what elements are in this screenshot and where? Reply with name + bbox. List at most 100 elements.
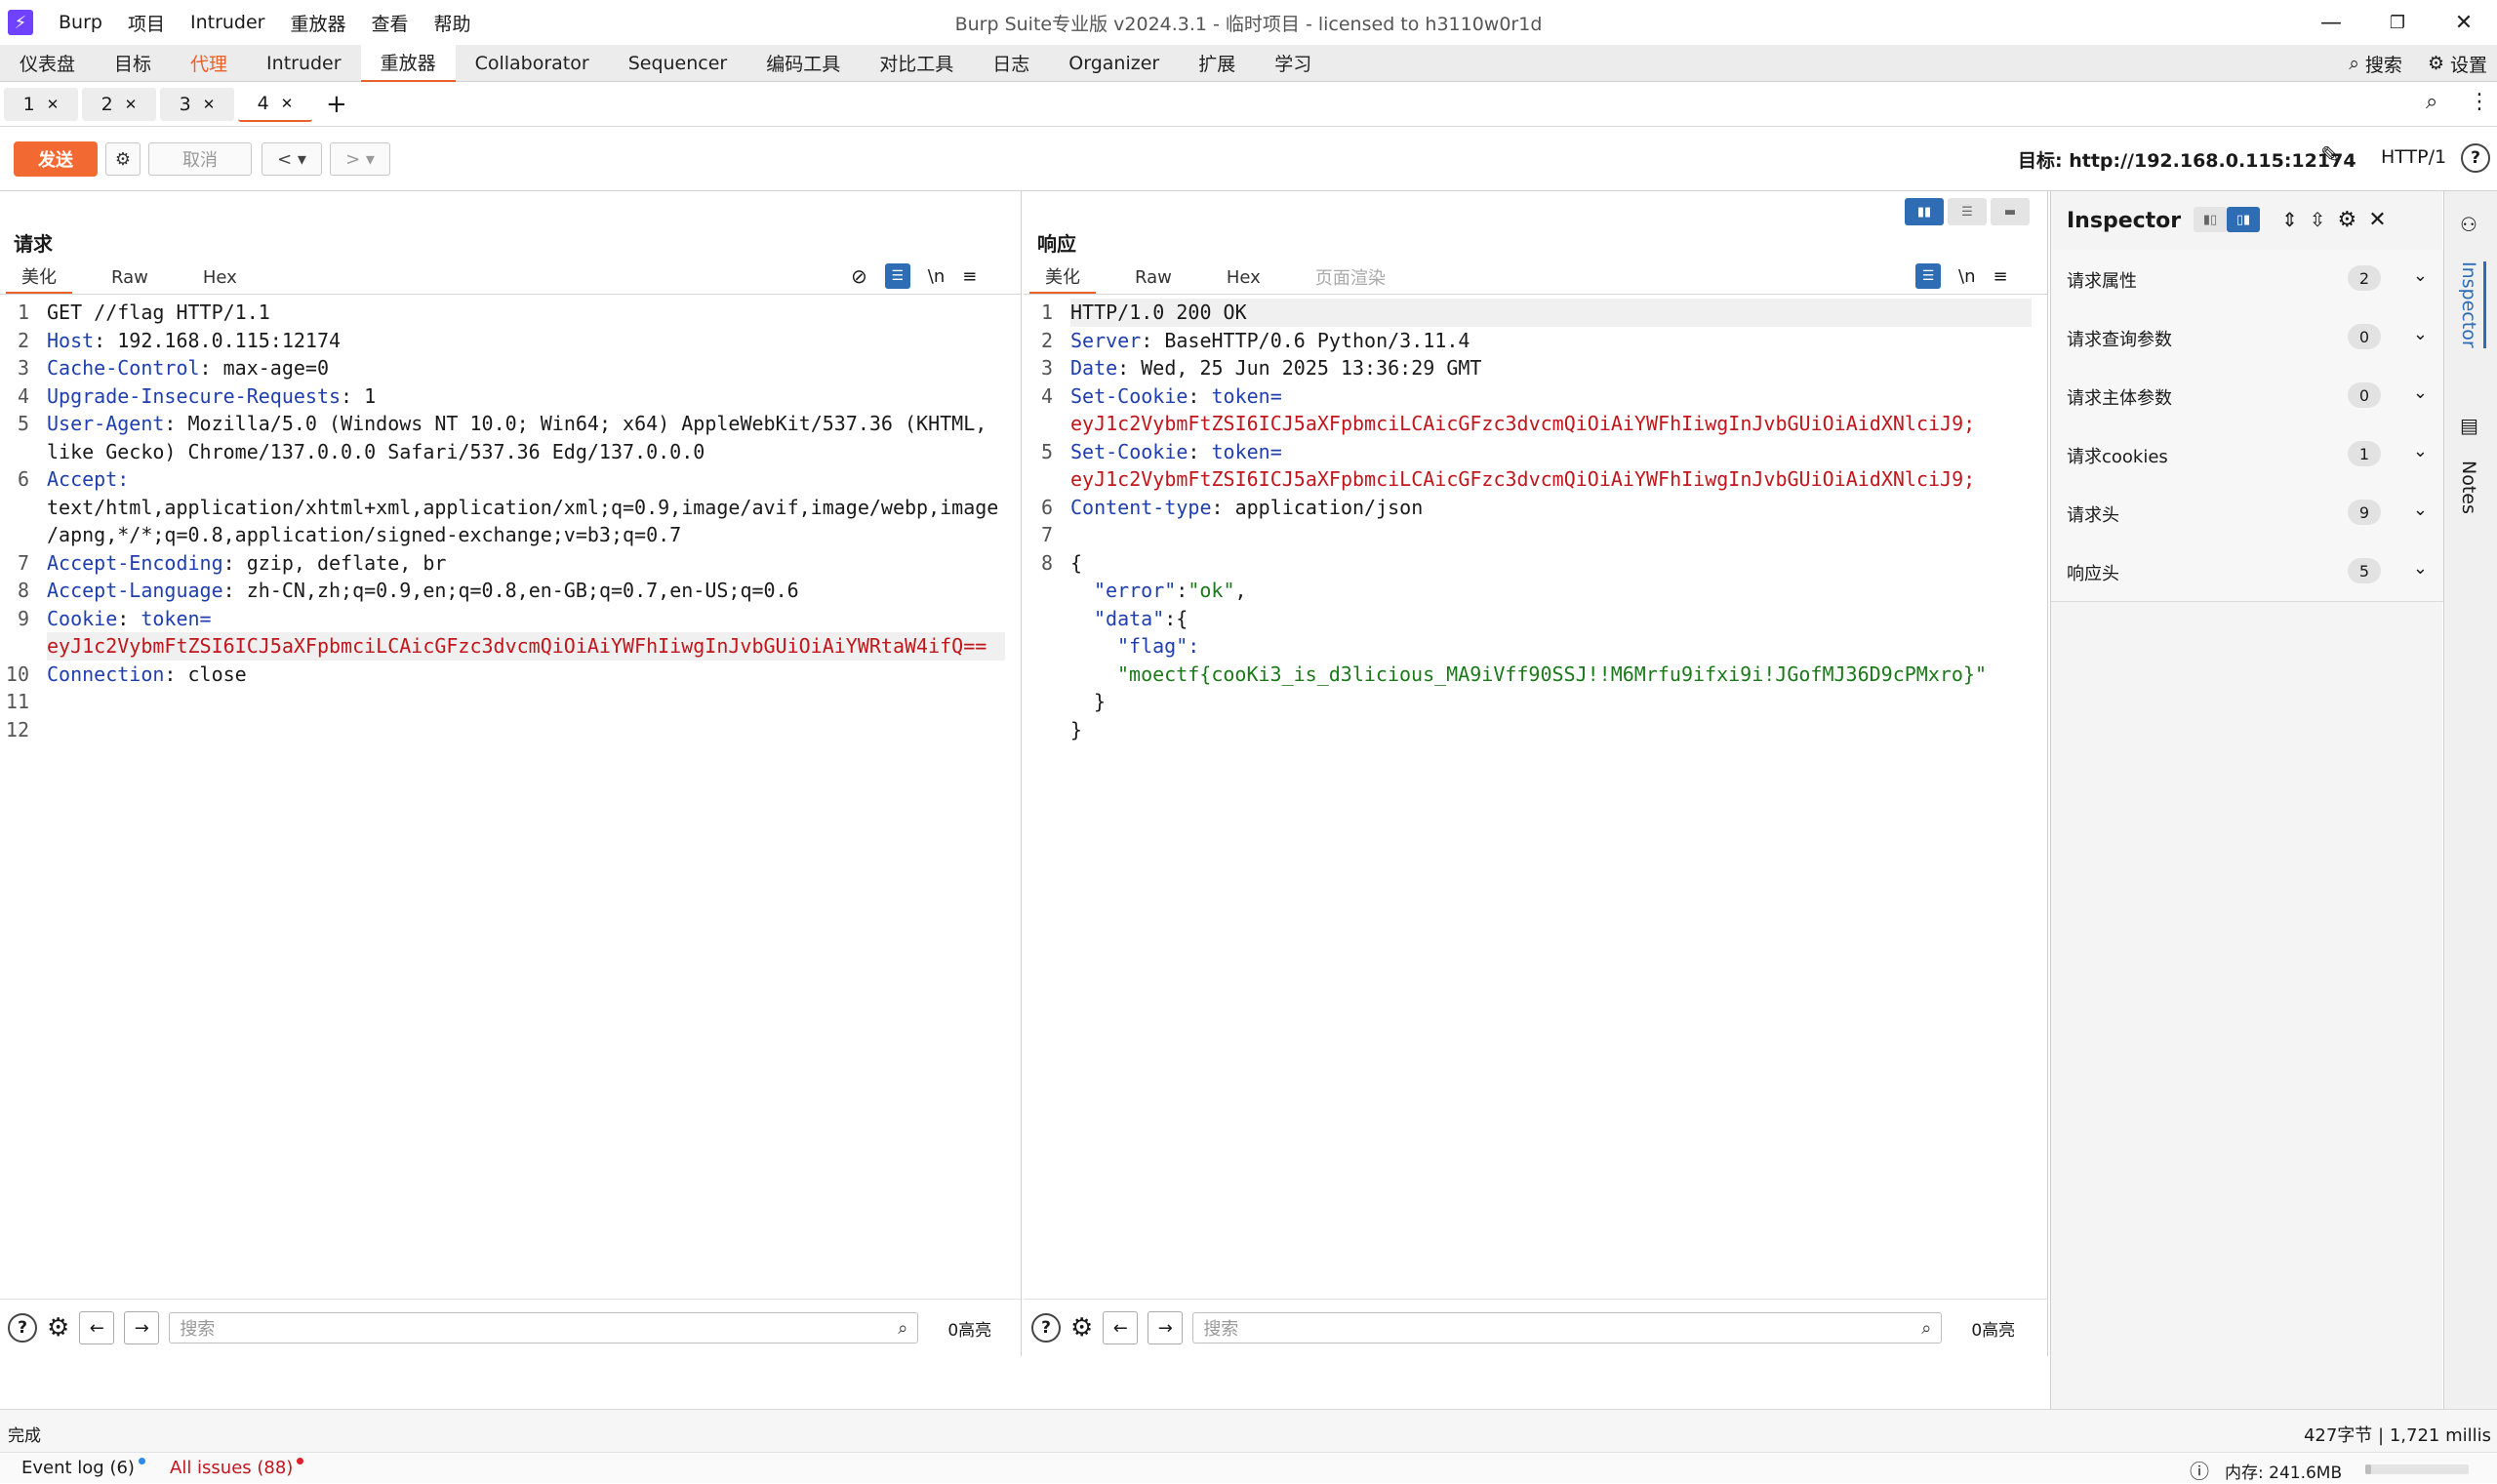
help-icon[interactable]: ? <box>2461 143 2490 173</box>
edit-target-icon[interactable]: ✎ <box>2320 141 2340 169</box>
line-number: 4 <box>1040 383 1053 408</box>
menu-intruder[interactable]: Intruder <box>190 12 265 33</box>
close-window-icon[interactable]: ✕ <box>2431 0 2497 45</box>
inspector-row-response-headers[interactable]: 响应头 5 ⌄ <box>2051 542 2443 602</box>
notes-rail-icon[interactable]: ▤ <box>2460 414 2478 437</box>
add-tab-icon[interactable]: + <box>326 90 347 119</box>
request-tab-hex[interactable]: Hex <box>187 261 253 293</box>
tab-comparer[interactable]: 对比工具 <box>860 45 973 82</box>
rail-tab-notes[interactable]: Notes <box>2458 461 2479 514</box>
chevron-down-icon[interactable]: ⌄ <box>2413 558 2428 579</box>
close-tab-icon[interactable]: ✕ <box>47 96 60 113</box>
chevron-down-icon[interactable]: ⌄ <box>2413 265 2428 286</box>
collapse-all-icon[interactable]: ⇳ <box>2310 208 2326 231</box>
tab-target[interactable]: 目标 <box>95 45 171 82</box>
tab-repeater[interactable]: 重放器 <box>360 43 456 83</box>
cookie-value[interactable]: eyJ1c2VybmFtZSI6ICJ5aXFpbmciLCAicGFzc3dv… <box>47 632 1005 661</box>
tab-extensions[interactable]: 扩展 <box>1179 45 1255 82</box>
flag-value[interactable]: "moectf{cooKi3_is_d3licious_MA9iVff90SSJ… <box>1117 661 2034 689</box>
hide-nonprintable-icon[interactable]: ⊘ <box>851 264 867 288</box>
repeater-tab-3[interactable]: 3 ✕ <box>160 87 234 121</box>
newline-toggle-icon[interactable]: \n <box>928 266 945 287</box>
word-wrap-icon[interactable]: ☰ <box>884 263 910 289</box>
inspector-rail-icon[interactable]: ⚇ <box>2460 213 2477 236</box>
search-previous-icon[interactable]: ← <box>79 1311 115 1344</box>
settings-button[interactable]: ⚙ 设置 <box>2428 51 2487 77</box>
tab-learn[interactable]: 学习 <box>1255 45 1331 82</box>
request-search-input[interactable]: 搜索 ⌕ <box>169 1312 919 1344</box>
editor-menu-icon[interactable]: ≡ <box>1993 266 2007 287</box>
header-line: Accept-Language: zh-CN,zh;q=0.9,en;q=0.8… <box>47 579 799 602</box>
gear-icon[interactable]: ⚙ <box>1070 1313 1093 1343</box>
send-button[interactable]: 发送 <box>14 141 98 177</box>
help-icon[interactable]: ? <box>8 1313 37 1343</box>
menu-help[interactable]: 帮助 <box>434 10 471 36</box>
response-search-input[interactable]: 搜索 ⌕ <box>1192 1312 1943 1344</box>
target-label[interactable]: 目标: http://192.168.0.115:12174 <box>2018 146 2356 173</box>
minimize-icon[interactable]: — <box>2298 0 2364 45</box>
inspector-row-request-headers[interactable]: 请求头 9 ⌄ <box>2051 484 2443 543</box>
history-back-button[interactable]: < ▾ <box>262 142 322 176</box>
inspector-row-cookies[interactable]: 请求cookies 1 ⌄ <box>2051 425 2443 485</box>
inspector-layout-icon[interactable]: ▮▯ <box>2194 207 2227 232</box>
global-search-button[interactable]: ⌕ 搜索 <box>2349 51 2402 77</box>
search-next-icon[interactable]: → <box>124 1311 160 1344</box>
editor-menu-icon[interactable]: ≡ <box>962 266 977 287</box>
header-name: Connection <box>47 662 165 686</box>
all-issues-link[interactable]: All issues (88) <box>170 1458 304 1478</box>
newline-toggle-icon[interactable]: \n <box>1958 266 1975 287</box>
restore-icon[interactable]: ❐ <box>2364 0 2431 45</box>
tab-menu-icon[interactable]: ⋮ <box>2469 90 2490 114</box>
chevron-down-icon[interactable]: ⌄ <box>2413 324 2428 344</box>
tab-organizer[interactable]: Organizer <box>1049 45 1179 82</box>
response-tab-raw[interactable]: Raw <box>1119 261 1188 293</box>
inspector-row-request-attributes[interactable]: 请求属性 2 ⌄ <box>2051 250 2443 309</box>
menu-repeater[interactable]: 重放器 <box>290 10 345 36</box>
repeater-tab-2[interactable]: 2 ✕ <box>82 87 156 121</box>
chevron-down-icon[interactable]: ⌄ <box>2413 441 2428 461</box>
tab-dashboard[interactable]: 仪表盘 <box>0 45 95 82</box>
inspector-row-query-params[interactable]: 请求查询参数 0 ⌄ <box>2051 308 2443 368</box>
cancel-button[interactable]: 取消 <box>148 142 252 176</box>
repeater-tab-1[interactable]: 1 ✕ <box>4 87 78 121</box>
tab-search-icon[interactable]: ⌕ <box>2426 90 2437 114</box>
tab-logger[interactable]: 日志 <box>973 45 1049 82</box>
menu-project[interactable]: 项目 <box>128 10 165 36</box>
response-tab-hex[interactable]: Hex <box>1211 261 1276 293</box>
close-tab-icon[interactable]: ✕ <box>125 96 138 113</box>
word-wrap-icon[interactable]: ☰ <box>1915 263 1941 289</box>
search-next-icon[interactable]: → <box>1148 1311 1184 1344</box>
chevron-down-icon[interactable]: ⌄ <box>2413 382 2428 403</box>
rail-tab-inspector[interactable]: Inspector <box>2458 261 2486 348</box>
request-editor[interactable]: 1 2 3 4 5 6 7 8 9 10 11 12 GET //flag HT… <box>0 299 1021 1288</box>
gear-icon[interactable]: ⚙ <box>2338 208 2357 232</box>
tab-collaborator[interactable]: Collaborator <box>456 45 609 82</box>
close-inspector-icon[interactable]: ✕ <box>2368 208 2386 232</box>
help-icon[interactable]: ? <box>1031 1313 1061 1343</box>
request-tab-raw[interactable]: Raw <box>96 261 164 293</box>
tab-decoder[interactable]: 编码工具 <box>746 45 860 82</box>
gear-icon[interactable]: ⚙ <box>47 1313 69 1343</box>
search-previous-icon[interactable]: ← <box>1103 1311 1139 1344</box>
request-settings-icon[interactable]: ⚙ <box>105 142 141 176</box>
response-tab-render[interactable]: 页面渲染 <box>1300 261 1401 293</box>
close-tab-icon[interactable]: ✕ <box>281 95 294 112</box>
response-footer: ? ⚙ ← → 搜索 ⌕ 0高亮 <box>1024 1299 2047 1356</box>
response-editor[interactable]: 1 2 3 4 5 6 7 8 HTTP/1.0 200 OK Server: … <box>1024 299 2047 1288</box>
menu-burp[interactable]: Burp <box>59 12 102 33</box>
event-log-link[interactable]: Event log (6) <box>21 1458 145 1478</box>
chevron-down-icon[interactable]: ⌄ <box>2413 500 2428 520</box>
tab-proxy[interactable]: 代理 <box>171 45 247 82</box>
inspector-row-body-params[interactable]: 请求主体参数 0 ⌄ <box>2051 367 2443 426</box>
tab-intruder[interactable]: Intruder <box>247 45 361 82</box>
repeater-tab-4[interactable]: 4 ✕ <box>238 86 312 122</box>
tab-sequencer[interactable]: Sequencer <box>609 45 747 82</box>
inspector-layout-active-icon[interactable]: ▯▮ <box>2227 207 2260 232</box>
menu-view[interactable]: 查看 <box>372 10 409 36</box>
http-version-label[interactable]: HTTP/1 <box>2381 146 2446 168</box>
response-tab-pretty[interactable]: 美化 <box>1029 261 1096 295</box>
history-forward-button[interactable]: > ▾ <box>330 142 390 176</box>
request-tab-pretty[interactable]: 美化 <box>6 261 72 295</box>
expand-all-icon[interactable]: ⇕ <box>2281 208 2298 231</box>
close-tab-icon[interactable]: ✕ <box>203 96 216 113</box>
